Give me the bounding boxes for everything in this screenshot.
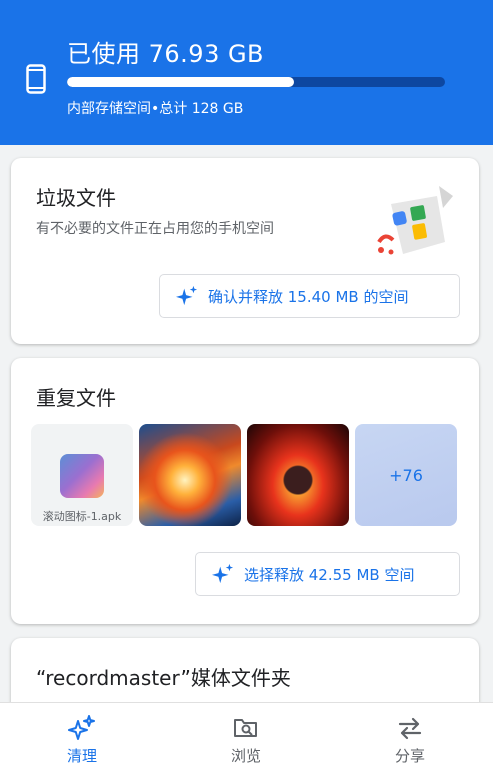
nav-item-share[interactable]: 分享 (328, 703, 492, 776)
media-folder-title: “recordmaster”媒体文件夹 (36, 666, 291, 690)
nav-label-share: 分享 (394, 747, 425, 765)
duplicate-files-card[interactable]: 重复文件 滚动图标-1.apk +76 选择释放 42.55 MB 空间 (11, 358, 479, 624)
storage-header: 已使用 76.93 GB 内部存储空间•总计 128 GB (0, 0, 493, 145)
sparkle-icon (176, 285, 198, 306)
apk-file-name: 滚动图标-1.apk (42, 510, 122, 523)
apk-app-icon (60, 454, 104, 498)
duplicate-thumbnail-apk[interactable]: 滚动图标-1.apk (31, 424, 133, 526)
nav-label-browse: 浏览 (230, 747, 261, 765)
folder-search-icon (234, 719, 257, 737)
select-free-duplicates-button[interactable]: 选择释放 42.55 MB 空间 (195, 552, 460, 596)
junk-files-description: 有不必要的文件正在占用您的手机空间 (36, 221, 274, 237)
nav-item-clean[interactable]: 清理 (0, 703, 164, 776)
duplicate-thumbnail-image[interactable] (139, 424, 241, 526)
sparkle-icon (212, 563, 234, 584)
sparkle-icon (68, 715, 95, 740)
junk-files-title: 垃圾文件 (36, 186, 116, 210)
storage-progress-bar (67, 77, 445, 87)
phone-icon (26, 64, 46, 94)
duplicate-thumbnail-image[interactable] (247, 424, 349, 526)
more-count: +76 (389, 465, 423, 485)
nav-item-browse[interactable]: 浏览 (164, 703, 328, 776)
select-free-duplicates-label: 选择释放 42.55 MB 空间 (244, 565, 415, 584)
bottom-navigation: 清理 浏览 分享 (0, 702, 493, 776)
swap-arrows-icon (398, 717, 422, 740)
storage-subtitle: 内部存储空间•总计 128 GB (67, 101, 244, 117)
duplicate-files-title: 重复文件 (36, 386, 116, 410)
confirm-free-junk-button[interactable]: 确认并释放 15.40 MB 的空间 (159, 274, 460, 318)
nav-label-clean: 清理 (66, 747, 97, 765)
junk-cleaner-illustration-icon (377, 186, 453, 255)
storage-used-title: 已使用 76.93 GB (67, 40, 265, 68)
duplicate-thumbnail-more[interactable]: +76 (355, 424, 457, 526)
confirm-free-junk-label: 确认并释放 15.40 MB 的空间 (208, 287, 409, 306)
storage-progress-fill (67, 77, 295, 87)
junk-files-card[interactable]: 垃圾文件 有不必要的文件正在占用您的手机空间 确认并释放 15.40 MB 的空… (11, 158, 479, 344)
